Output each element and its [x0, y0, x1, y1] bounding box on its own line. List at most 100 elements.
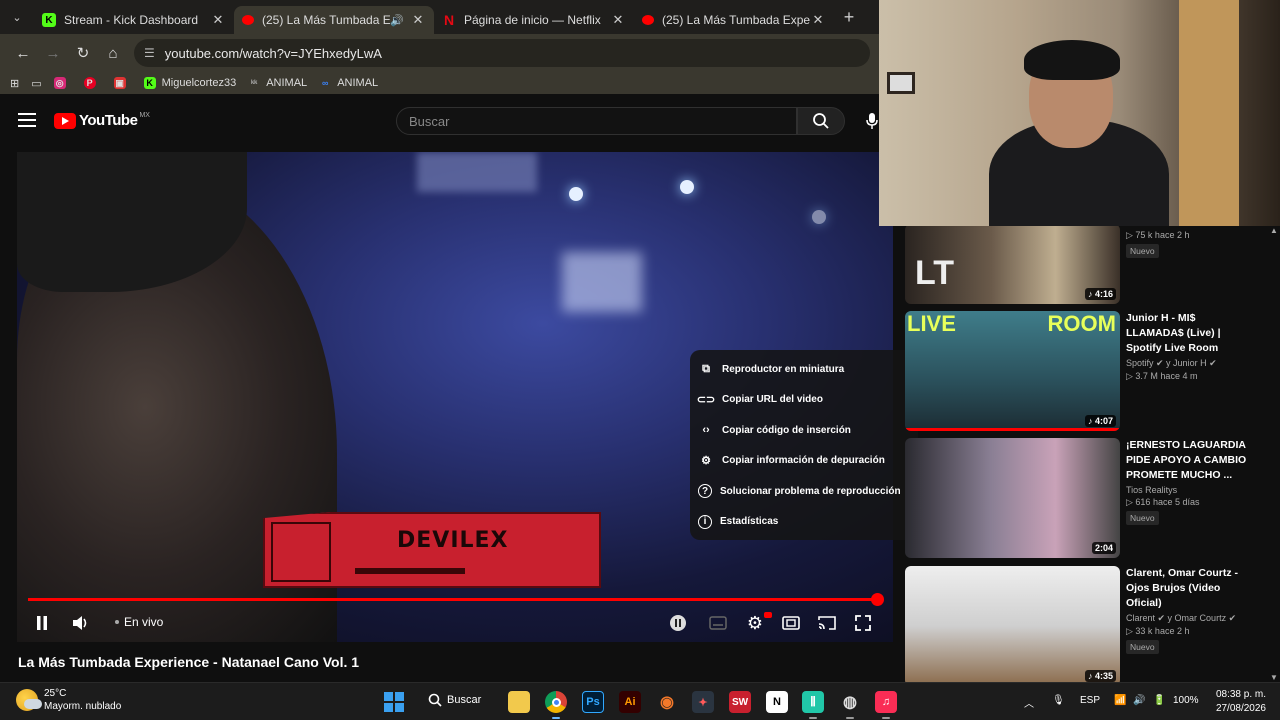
search-button[interactable] — [797, 107, 845, 135]
obs-icon[interactable]: ◍ — [839, 691, 861, 713]
reload-icon[interactable]: ↻ — [68, 38, 98, 68]
video-thumbnail[interactable]: 2:04 — [905, 438, 1120, 558]
tray-chevron-icon[interactable]: ︿ — [1024, 695, 1034, 710]
illustrator-icon[interactable]: Ai — [619, 691, 641, 713]
link-icon: ⊂⊃ — [696, 394, 716, 407]
pinterest-icon[interactable]: P — [83, 77, 102, 89]
info-icon: i — [698, 514, 712, 529]
bookmark-label: ANIMAL — [337, 77, 379, 89]
home-icon[interactable]: ⌂ — [98, 38, 128, 68]
bookmark-animal[interactable]: ᵏᵏ ANIMAL — [248, 77, 307, 89]
microphone-icon[interactable]: 🎙 — [1052, 695, 1065, 706]
menu-item-miniplayer[interactable]: ⧉ Reproductor en miniatura — [690, 354, 918, 385]
live-label: En vivo — [124, 615, 164, 629]
wifi-icon[interactable]: 📶 — [1114, 695, 1126, 706]
youtube-logo[interactable]: YouTube MX — [54, 112, 150, 129]
close-icon[interactable]: ✕ — [410, 12, 426, 28]
settings-button[interactable]: ⚙ — [744, 612, 772, 634]
app-sw-icon[interactable]: SW — [729, 691, 751, 713]
theater-button[interactable] — [780, 612, 802, 634]
pause-button[interactable] — [32, 612, 52, 634]
tab-netflix[interactable]: N Página de inicio — Netflix ✕ — [434, 6, 634, 34]
fullscreen-button[interactable] — [852, 612, 874, 634]
chrome-icon[interactable] — [545, 691, 567, 713]
menu-item-troubleshoot[interactable]: ? Solucionar problema de reproducción — [690, 476, 918, 507]
menu-item-copy-embed[interactable]: ‹› Copiar código de inserción — [690, 415, 918, 446]
address-bar[interactable]: ☰ youtube.com/watch?v=JYEhxedyLwA — [134, 39, 870, 67]
progress-bar[interactable] — [28, 593, 884, 606]
bookmark-miguelcortez[interactable]: K Miguelcortez33 — [143, 77, 236, 89]
video-title[interactable]: Junior H - MI$ LLAMADA$ (Live) | Spotify… — [1126, 311, 1251, 356]
language-indicator[interactable]: ESP — [1080, 695, 1100, 706]
search-input[interactable]: Buscar — [396, 107, 797, 135]
menu-item-copy-debug[interactable]: ⚙ Copiar información de depuración — [690, 446, 918, 477]
file-explorer-icon[interactable] — [508, 691, 530, 713]
close-icon[interactable]: ✕ — [210, 12, 226, 28]
davinci-icon[interactable]: ✦ — [692, 691, 714, 713]
weather-widget[interactable]: 25°C Mayorm. nublado — [16, 687, 121, 713]
tab-youtube-active[interactable]: (25) La Más Tumbada Experie 🔊 ✕ — [234, 6, 434, 34]
notion-icon[interactable]: N — [766, 691, 788, 713]
subtitles-button[interactable] — [708, 612, 728, 634]
channel-name[interactable]: Tios Realitys — [1126, 485, 1251, 495]
site-info-icon[interactable]: ☰ — [144, 46, 155, 60]
folder-icon[interactable]: ▭ — [31, 77, 41, 90]
menu-item-stats[interactable]: i Estadísticas — [690, 507, 918, 538]
instagram-icon[interactable]: ◎ — [53, 77, 72, 89]
tab-strip: ⌄ K Stream - Kick Dashboard ✕ (25) La Má… — [0, 0, 880, 34]
video-thumbnail[interactable]: LIVE ROOM ♪ 4:07 — [905, 311, 1120, 431]
back-icon[interactable]: ← — [8, 38, 38, 68]
video-light-dot — [680, 180, 694, 194]
close-icon[interactable]: ✕ — [810, 12, 826, 28]
search-icon — [813, 113, 829, 129]
hamburger-menu-icon[interactable] — [18, 113, 36, 127]
apps-icon[interactable]: ⊞ — [10, 77, 19, 90]
thumbnail-overlay-right: ROOM — [1047, 311, 1116, 336]
photoshop-icon[interactable]: Ps — [582, 691, 604, 713]
miniplayer-icon: ⧉ — [702, 362, 710, 375]
weather-desc: Mayorm. nublado — [44, 701, 122, 712]
system-clock[interactable]: 08:38 p. m. 27/08/2026 — [1214, 688, 1266, 716]
speaker-icon[interactable]: 🔊 — [390, 14, 404, 27]
webcam-overlay — [879, 0, 1280, 226]
new-tab-button[interactable]: + — [834, 7, 864, 28]
live-dot — [115, 620, 119, 624]
webcam-shelf — [1179, 0, 1239, 226]
scroll-up-icon[interactable]: ▲ — [1268, 226, 1280, 235]
video-title[interactable]: ¡ERNESTO LAGUARDIA PIDE APOYO A CAMBIO P… — [1126, 438, 1251, 483]
channel-name[interactable]: Clarent ✔ y Omar Courtz ✔ — [1126, 613, 1251, 624]
progress-scrubber[interactable] — [871, 593, 884, 606]
blender-icon[interactable]: ◉ — [656, 691, 678, 713]
bookmark-animal-2[interactable]: ∞ ANIMAL — [319, 77, 378, 89]
live-indicator[interactable]: En vivo — [115, 615, 163, 629]
tab-youtube-2[interactable]: (25) La Más Tumbada Experienc ✕ — [634, 6, 834, 34]
tab-kick[interactable]: K Stream - Kick Dashboard ✕ — [34, 6, 234, 34]
volume-button[interactable] — [70, 612, 92, 634]
scroll-down-icon[interactable]: ▼ — [1268, 673, 1280, 682]
taskbar-search[interactable]: Buscar — [428, 693, 481, 707]
music-icon[interactable]: ♫ — [875, 691, 897, 713]
bookmark-icon[interactable]: ▣ — [113, 77, 132, 89]
theater-icon — [782, 616, 800, 630]
tab-search-chevron-icon[interactable]: ⌄ — [0, 0, 34, 34]
video-thumbnail[interactable]: LT ♪ 4:16 — [905, 226, 1120, 304]
browser-toolbar: ← → ↻ ⌂ ☰ youtube.com/watch?v=JYEhxedyLw… — [0, 34, 880, 72]
code-icon: ‹› — [702, 424, 710, 437]
speaker-icon[interactable]: 🔊 — [1133, 695, 1145, 706]
menu-item-copy-url[interactable]: ⊂⊃ Copiar URL del video — [690, 385, 918, 416]
logo-text: YouTube — [79, 112, 138, 129]
channel-name[interactable]: Spotify ✔ y Junior H ✔ — [1126, 358, 1251, 369]
close-icon[interactable]: ✕ — [610, 12, 626, 28]
audio-app-icon[interactable]: ⫼ — [802, 691, 824, 713]
autoplay-toggle[interactable] — [668, 612, 688, 634]
battery-icon[interactable]: 🔋 — [1153, 695, 1165, 706]
video-info: ▷ 75 k hace 2 h Nuevo — [1126, 226, 1251, 259]
forward-icon[interactable]: → — [38, 38, 68, 68]
webcam-picture-frame — [887, 72, 915, 94]
windows-start-icon[interactable] — [383, 691, 405, 713]
sidebar-scrollbar[interactable]: ▲ ▼ — [1268, 226, 1280, 682]
cast-button[interactable] — [816, 612, 838, 634]
new-badge: Nuevo — [1126, 244, 1159, 258]
video-title[interactable]: Clarent, Omar Courtz - Ojos Brujos (Vide… — [1126, 566, 1251, 611]
video-thumbnail[interactable]: ♪ 4:35 — [905, 566, 1120, 682]
